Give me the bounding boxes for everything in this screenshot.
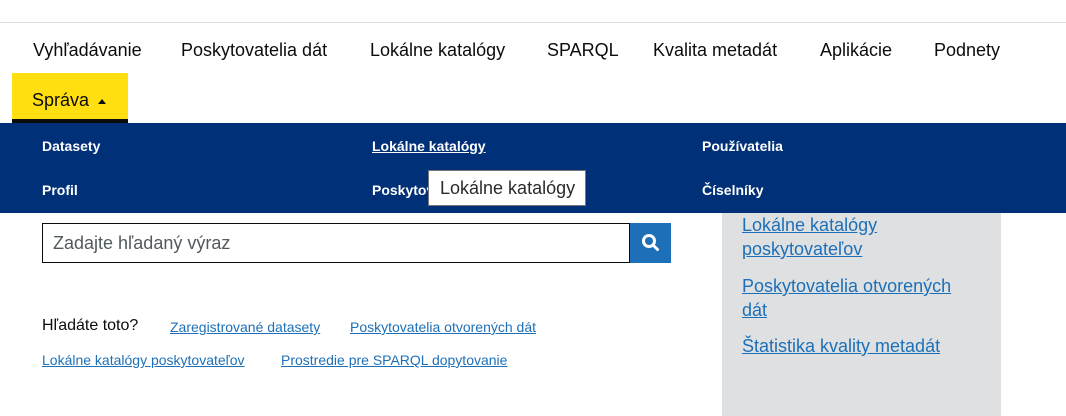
main-navigation: Vyhľadávanie Poskytovatelia dát Lokálne …: [0, 36, 1066, 68]
caret-up-icon: [98, 99, 106, 104]
nav-item-vyhladavanie[interactable]: Vyhľadávanie: [33, 36, 142, 64]
nav-item-sprava-label: Správa: [32, 90, 90, 110]
hint-link-lokalne-katalogy[interactable]: Lokálne katalógy poskytovateľov: [42, 350, 245, 370]
menu-item-lokalne-katalogy[interactable]: Lokálne katalógy: [372, 137, 486, 155]
hint-label: Hľadáte toto?: [42, 317, 139, 334]
nav-item-aplikacie[interactable]: Aplikácie: [820, 36, 892, 64]
menu-item-pouzivatelia[interactable]: Používatelia: [702, 137, 783, 155]
header-divider: [0, 22, 1066, 23]
nav-item-poskytovatelia-dat[interactable]: Poskytovatelia dát: [181, 36, 327, 64]
sidebar-link-poskytovatelia[interactable]: Poskytovatelia otvorených dát: [742, 274, 972, 322]
menu-item-ciselniky[interactable]: Číselníky: [702, 181, 763, 199]
hint-link-poskytovatelia[interactable]: Poskytovatelia otvorených dát: [350, 317, 536, 337]
tooltip: Lokálne katalógy: [428, 170, 586, 206]
nav-item-kvalita-metadat[interactable]: Kvalita metadát: [653, 36, 777, 64]
nav-item-sparql[interactable]: SPARQL: [547, 36, 619, 64]
nav-item-sprava[interactable]: Správa: [12, 73, 128, 123]
sidebar-link-statistika[interactable]: Štatistika kvality metadát: [742, 334, 982, 358]
nav-item-lokalne-katalogy[interactable]: Lokálne katalógy: [370, 36, 505, 64]
search-icon: [642, 234, 659, 251]
search-button[interactable]: [630, 223, 671, 263]
hint-link-sparql[interactable]: Prostredie pre SPARQL dopytovanie: [281, 350, 507, 370]
menu-item-datasety[interactable]: Datasety: [42, 137, 100, 155]
sidebar-link-lokalne-katalogy[interactable]: Lokálne katalógy poskytovateľov: [742, 213, 942, 261]
hint-link-zaregistrovane-datasety[interactable]: Zaregistrované datasety: [170, 317, 320, 337]
search-input[interactable]: [42, 223, 630, 263]
nav-item-podnety[interactable]: Podnety: [934, 36, 1000, 64]
menu-item-profil[interactable]: Profil: [42, 181, 78, 199]
